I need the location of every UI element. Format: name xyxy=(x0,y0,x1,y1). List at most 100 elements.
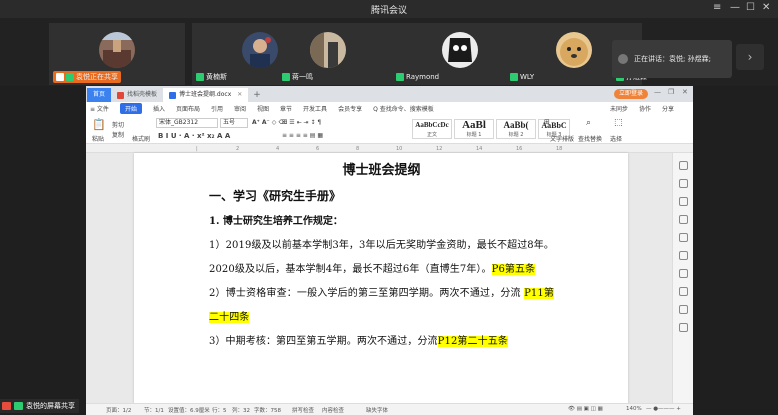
sidebar-image-icon[interactable] xyxy=(679,305,688,314)
status-column: 列：32 xyxy=(232,408,250,414)
search-command-input[interactable]: Q 查找命令、搜索模板 xyxy=(373,104,434,113)
find-replace-icon[interactable]: ⌕ xyxy=(586,118,591,128)
sidebar-format-icon[interactable] xyxy=(679,215,688,224)
share-stop-icon xyxy=(2,402,11,410)
style-heading-1[interactable]: AaBl 标题 1 xyxy=(454,119,494,139)
screen-share-bar[interactable]: 袁悦的屏幕共享 xyxy=(0,399,79,413)
participant-strip: 袁悦正在共享 黄楠斯 蒋一鸣 Raymond WLY 孙煜霖 正在讲话：袁悦; … xyxy=(0,18,778,86)
participant-name: WLY xyxy=(520,73,535,81)
style-preview: AaBb( xyxy=(503,120,529,130)
font-size-select[interactable]: 五号 xyxy=(220,118,248,128)
menu-file[interactable]: ≡ 文件 xyxy=(90,104,109,113)
content-check-button[interactable]: 内容检查 xyxy=(322,406,344,414)
mic-icon xyxy=(196,73,204,81)
sync-status[interactable]: 未同步 xyxy=(610,104,628,113)
font-family-select[interactable]: 宋体_GB2312 xyxy=(156,118,218,128)
paragraph-3: 3）中期考核：第四至第五学期。两次不通过，分流P12第二十五条 xyxy=(209,330,554,354)
mic-icon xyxy=(396,73,404,81)
paste-button[interactable]: 粘贴 xyxy=(92,134,104,143)
mic-icon xyxy=(14,402,23,410)
paste-icon[interactable]: 📋 xyxy=(92,118,106,131)
screen-share-icon xyxy=(56,73,64,81)
menu-start[interactable]: 开始 xyxy=(119,103,142,114)
document-canvas[interactable]: 博士班会提纲 一、学习《研究生手册》 1. 博士研究生培养工作规定： 1）201… xyxy=(86,153,672,415)
sidebar-table-icon[interactable] xyxy=(679,269,688,278)
avatar xyxy=(310,32,346,68)
collaborate-button[interactable]: 协作 xyxy=(639,104,651,113)
maximize-button[interactable]: ☐ xyxy=(746,2,755,14)
menu-insert[interactable]: 插入 xyxy=(153,104,165,113)
new-style-icon[interactable]: ⊞ xyxy=(544,118,550,126)
style-heading-2[interactable]: AaBb( 标题 2 xyxy=(496,119,536,139)
paragraph-2: 2）博士资格审查：一般入学后的第三至第四学期。两次不通过，分流 P11第二十四条 xyxy=(209,282,555,330)
sidebar-cursor-icon[interactable] xyxy=(679,233,688,242)
speaking-indicator: 正在讲话：袁悦; 孙煜霖; xyxy=(612,40,732,78)
participant-name: Raymond xyxy=(406,73,440,81)
avatar xyxy=(99,32,135,68)
participant-tile[interactable]: 袁悦正在共享 xyxy=(49,23,185,85)
close-icon[interactable]: ✕ xyxy=(682,88,688,96)
align-icons[interactable]: ≡ ≡ ≡ ≡ ▤ ▦ xyxy=(282,132,323,139)
tab-label: 博士班会提纲.docx xyxy=(179,91,232,98)
style-normal[interactable]: AaBbCcDc 正文 xyxy=(412,119,452,139)
sidebar-select-icon[interactable] xyxy=(679,161,688,170)
menu-page-layout[interactable]: 页面布局 xyxy=(176,104,200,113)
wps-icon xyxy=(117,91,124,99)
close-button[interactable]: ✕ xyxy=(762,2,770,14)
share-button[interactable]: 分享 xyxy=(662,104,674,113)
tab-home[interactable]: 首页 xyxy=(87,88,111,102)
sidebar-location-icon[interactable] xyxy=(679,287,688,296)
text-format-icons[interactable]: B I U · A · x² x₂ A A xyxy=(158,132,230,140)
format-painter-button[interactable]: 格式刷 xyxy=(132,134,150,143)
ruler[interactable]: | 2 4 6 8 10 12 14 16 18 xyxy=(86,144,693,153)
copy-button[interactable]: 复制 xyxy=(112,130,124,139)
spell-check-button[interactable]: 拼写检查 xyxy=(292,406,314,414)
avatar xyxy=(242,32,278,68)
login-button[interactable]: 立即登录 xyxy=(614,89,649,99)
wps-window: 首页 找稻壳模板 博士班会提纲.docx ✕ + 立即登录 — ❐ ✕ ≡ 文件 … xyxy=(86,86,693,415)
document-body[interactable]: 博士班会提纲 一、学习《研究生手册》 1. 博士研究生培养工作规定： 1）201… xyxy=(209,159,555,354)
menu-icon[interactable]: ≡ xyxy=(713,2,721,14)
sidebar-crop-icon[interactable] xyxy=(679,251,688,260)
share-label: 袁悦的屏幕共享 xyxy=(26,402,75,410)
heading-2: 1. 博士研究生培养工作规定： xyxy=(209,216,343,227)
zoom-slider[interactable]: — ●——— + xyxy=(646,406,681,412)
restore-icon[interactable]: ❐ xyxy=(668,88,674,96)
minimize-button[interactable]: — xyxy=(730,2,740,14)
menu-references[interactable]: 引用 xyxy=(211,104,223,113)
document-tabs: 首页 找稻壳模板 博士班会提纲.docx ✕ + 立即登录 — ❐ ✕ xyxy=(86,86,693,102)
find-replace-button[interactable]: 查找替换 xyxy=(578,134,602,143)
sidebar-style-icon[interactable] xyxy=(679,179,688,188)
sidebar-help-icon[interactable] xyxy=(679,323,688,332)
tab-document[interactable]: 博士班会提纲.docx ✕ xyxy=(163,88,249,102)
zoom-level[interactable]: 140% xyxy=(626,406,642,412)
missing-font-button[interactable]: 缺失字体 xyxy=(366,406,388,414)
view-mode-icons[interactable]: 👁 ▤ ▣ ◫ ▦ xyxy=(568,406,603,412)
tab-label: 找稻壳模板 xyxy=(127,91,158,98)
speaker-avatar-icon xyxy=(618,54,628,64)
menu-developer[interactable]: 开发工具 xyxy=(303,104,327,113)
style-label: 标题 1 xyxy=(466,132,482,138)
document-title: 博士班会提纲 xyxy=(342,163,421,178)
select-icon[interactable]: ⬚ xyxy=(614,118,623,128)
menu-view[interactable]: 视图 xyxy=(257,104,269,113)
menu-chapter[interactable]: 章节 xyxy=(280,104,292,113)
style-preview: AaBl xyxy=(462,119,486,131)
tab-templates[interactable]: 找稻壳模板 xyxy=(111,88,163,102)
next-page-arrow-icon[interactable]: › xyxy=(736,44,764,70)
mic-icon xyxy=(282,73,290,81)
menu-member[interactable]: 会员专享 xyxy=(338,104,362,113)
minimize-icon[interactable]: — xyxy=(654,88,661,96)
new-tab-button[interactable]: + xyxy=(248,88,266,102)
sidebar-edit-icon[interactable] xyxy=(679,197,688,206)
menu-review[interactable]: 审阅 xyxy=(234,104,246,113)
status-setting: 设置值：6.9厘米 xyxy=(168,408,210,414)
select-button[interactable]: 选择 xyxy=(610,134,622,143)
close-tab-icon[interactable]: ✕ xyxy=(237,88,242,102)
ribbon-toolbar: 📋 粘贴 剪切 复制 格式刷 宋体_GB2312 五号 A⁺ A⁻ ◇ ⌫ B … xyxy=(86,115,693,144)
document-page[interactable]: 博士班会提纲 一、学习《研究生手册》 1. 博士研究生培养工作规定： 1）201… xyxy=(134,153,628,415)
style-label: 标题 2 xyxy=(508,132,524,138)
text-layout-button[interactable]: 文字排版 xyxy=(550,134,574,143)
list-icons[interactable]: ☰ ☰ ⇤ ⇥ ↕ ¶ xyxy=(282,119,321,126)
cut-button[interactable]: 剪切 xyxy=(112,120,124,129)
